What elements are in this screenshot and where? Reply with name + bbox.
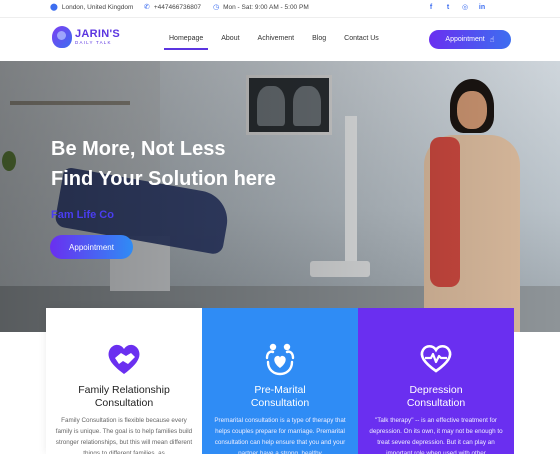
logo-tagline: DAILY TALK — [75, 39, 112, 45]
brain-head-logo-icon — [52, 26, 72, 48]
hero-banner: Be More, Not Less Find Your Solution her… — [0, 61, 560, 332]
site-header: JARIN'S DAILY TALK Homepage About Achive… — [0, 18, 560, 61]
card-title-line1: Family Relationship — [78, 384, 170, 396]
site-logo[interactable]: JARIN'S DAILY TALK — [52, 26, 120, 48]
location-text: London, United Kingdom — [61, 4, 134, 11]
handshake-heart-icon — [108, 344, 140, 374]
card-description: Premarital consultation is a type of the… — [214, 417, 346, 454]
hero-brand-name: Fam Life Co — [51, 209, 114, 221]
nav-about[interactable]: About — [212, 35, 248, 42]
card-title-line2: Consultation — [250, 397, 310, 409]
instagram-icon[interactable]: ◎ — [461, 3, 469, 13]
twitter-icon[interactable]: t — [444, 3, 452, 13]
heartbeat-icon — [420, 344, 452, 373]
card-family-consultation[interactable]: Family Relationship Consultation Family … — [46, 308, 202, 454]
nav-homepage[interactable]: Homepage — [160, 35, 212, 50]
phone-text[interactable]: +447466736807 — [154, 4, 201, 11]
location-pin-icon: ⬤ — [50, 4, 58, 11]
hours-info: ◷ Mon - Sat: 9:00 AM - 5:00 PM — [213, 4, 309, 11]
card-depression-consultation[interactable]: Depression Consultation "Talk therapy" -… — [358, 308, 514, 454]
nav-blog[interactable]: Blog — [303, 35, 335, 42]
hours-text: Mon - Sat: 9:00 AM - 5:00 PM — [223, 4, 309, 11]
card-title-line1: Depression — [409, 384, 463, 396]
hero-appointment-button[interactable]: Appointment — [50, 235, 133, 259]
header-appointment-label: Appointment — [445, 36, 485, 43]
card-description: "Talk therapy" -- is an effective treatm… — [369, 417, 503, 454]
hero-headline-1: Be More, Not Less — [51, 138, 226, 160]
card-title-line2: Consultation — [406, 397, 466, 409]
service-cards: Family Relationship Consultation Family … — [46, 308, 514, 454]
location-info: ⬤ London, United Kingdom — [50, 4, 133, 11]
facebook-icon[interactable]: f — [427, 3, 435, 13]
card-title-line2: Consultation — [94, 397, 154, 409]
card-premarital-consultation[interactable]: Pre-Marital Consultation Premarital cons… — [202, 308, 358, 454]
nav-achivement[interactable]: Achivement — [249, 35, 304, 42]
clock-icon: ◷ — [213, 4, 220, 11]
header-appointment-button[interactable]: Appointment ☝ — [429, 30, 511, 49]
top-info-bar: ⬤ London, United Kingdom ✆ +447466736807… — [0, 0, 560, 18]
logo-name: JARIN'S — [75, 27, 121, 40]
hero-overlay — [0, 61, 560, 332]
couple-heart-icon — [265, 343, 295, 376]
nav-contact-us[interactable]: Contact Us — [335, 35, 388, 42]
card-description: Family Consultation is flexible because … — [55, 417, 193, 454]
phone-info[interactable]: ✆ +447466736807 — [144, 4, 201, 11]
phone-icon: ✆ — [144, 4, 150, 11]
main-nav: Homepage About Achivement Blog Contact U… — [160, 35, 388, 50]
hero-headline-2: Find Your Solution here — [51, 168, 276, 190]
card-title-line1: Pre-Marital — [254, 384, 306, 396]
social-links: f t ◎ in — [427, 3, 486, 13]
linkedin-icon[interactable]: in — [478, 3, 486, 13]
hand-pointer-icon: ☝ — [489, 35, 495, 44]
